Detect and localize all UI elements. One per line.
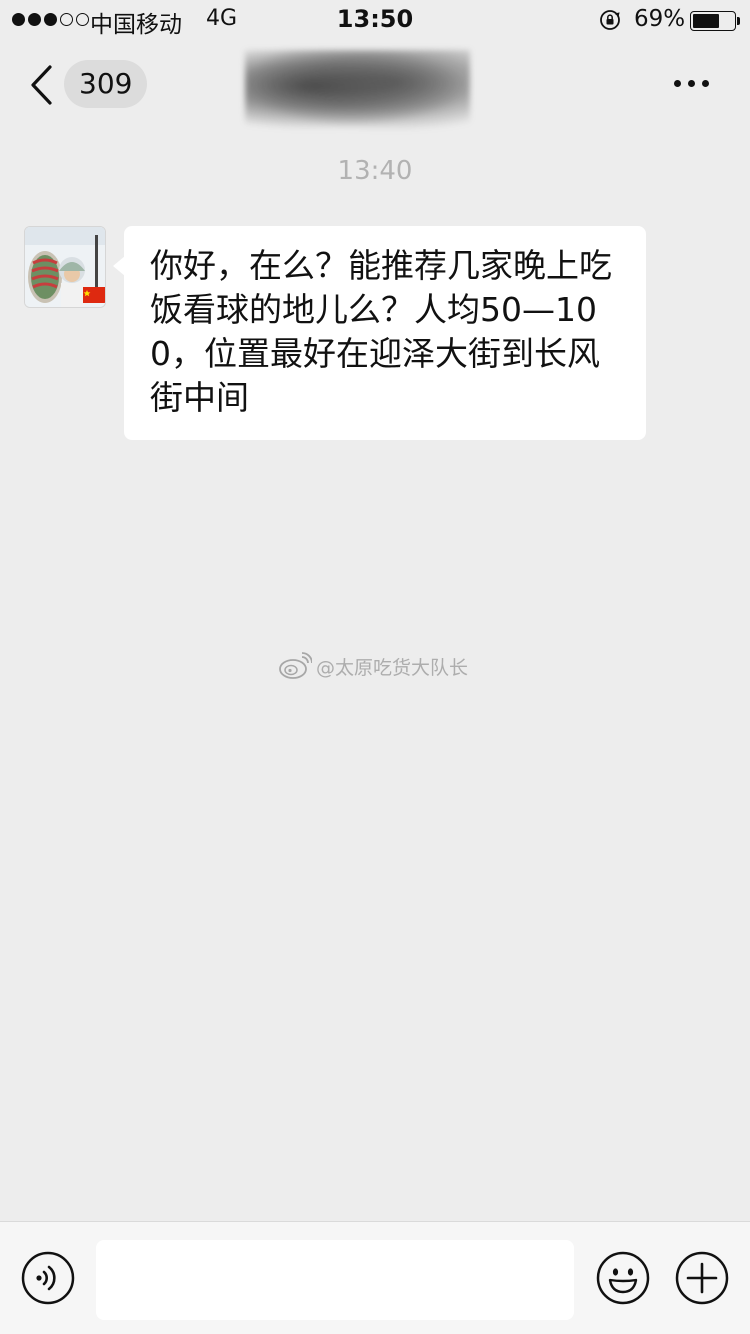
plus-icon[interactable]	[675, 1251, 729, 1305]
chat-nav-bar: 309	[0, 44, 750, 130]
battery-percent: 69%	[634, 6, 686, 32]
avatar-image	[25, 227, 105, 307]
chat-input-bar	[0, 1221, 750, 1334]
rotation-lock-icon	[600, 10, 620, 30]
back-chevron-icon[interactable]	[28, 64, 54, 106]
received-message-bubble[interactable]: 你好，在么？能推荐几家晚上吃饭看球的地儿么？人均50—100，位置最好在迎泽大街…	[124, 226, 646, 440]
dot	[688, 80, 695, 87]
battery-level	[693, 14, 720, 28]
battery-icon	[690, 11, 736, 31]
status-bar: 中国移动 4G 13:50 69%	[0, 0, 750, 40]
dot	[674, 80, 681, 87]
watermark: @太原吃货大队长	[278, 652, 468, 680]
unread-count-badge[interactable]: 309	[64, 60, 148, 108]
battery-cap	[737, 17, 740, 25]
weibo-icon	[279, 652, 312, 679]
emoji-icon[interactable]	[596, 1251, 650, 1305]
voice-icon[interactable]	[21, 1251, 75, 1305]
dot	[702, 80, 709, 87]
sender-avatar[interactable]	[24, 226, 106, 308]
chat-title-redacted	[245, 50, 470, 130]
message-input[interactable]	[96, 1240, 574, 1320]
message-timestamp: 13:40	[337, 156, 413, 186]
watermark-text: @太原吃货大队长	[316, 656, 469, 679]
more-dots-icon[interactable]	[674, 80, 709, 87]
